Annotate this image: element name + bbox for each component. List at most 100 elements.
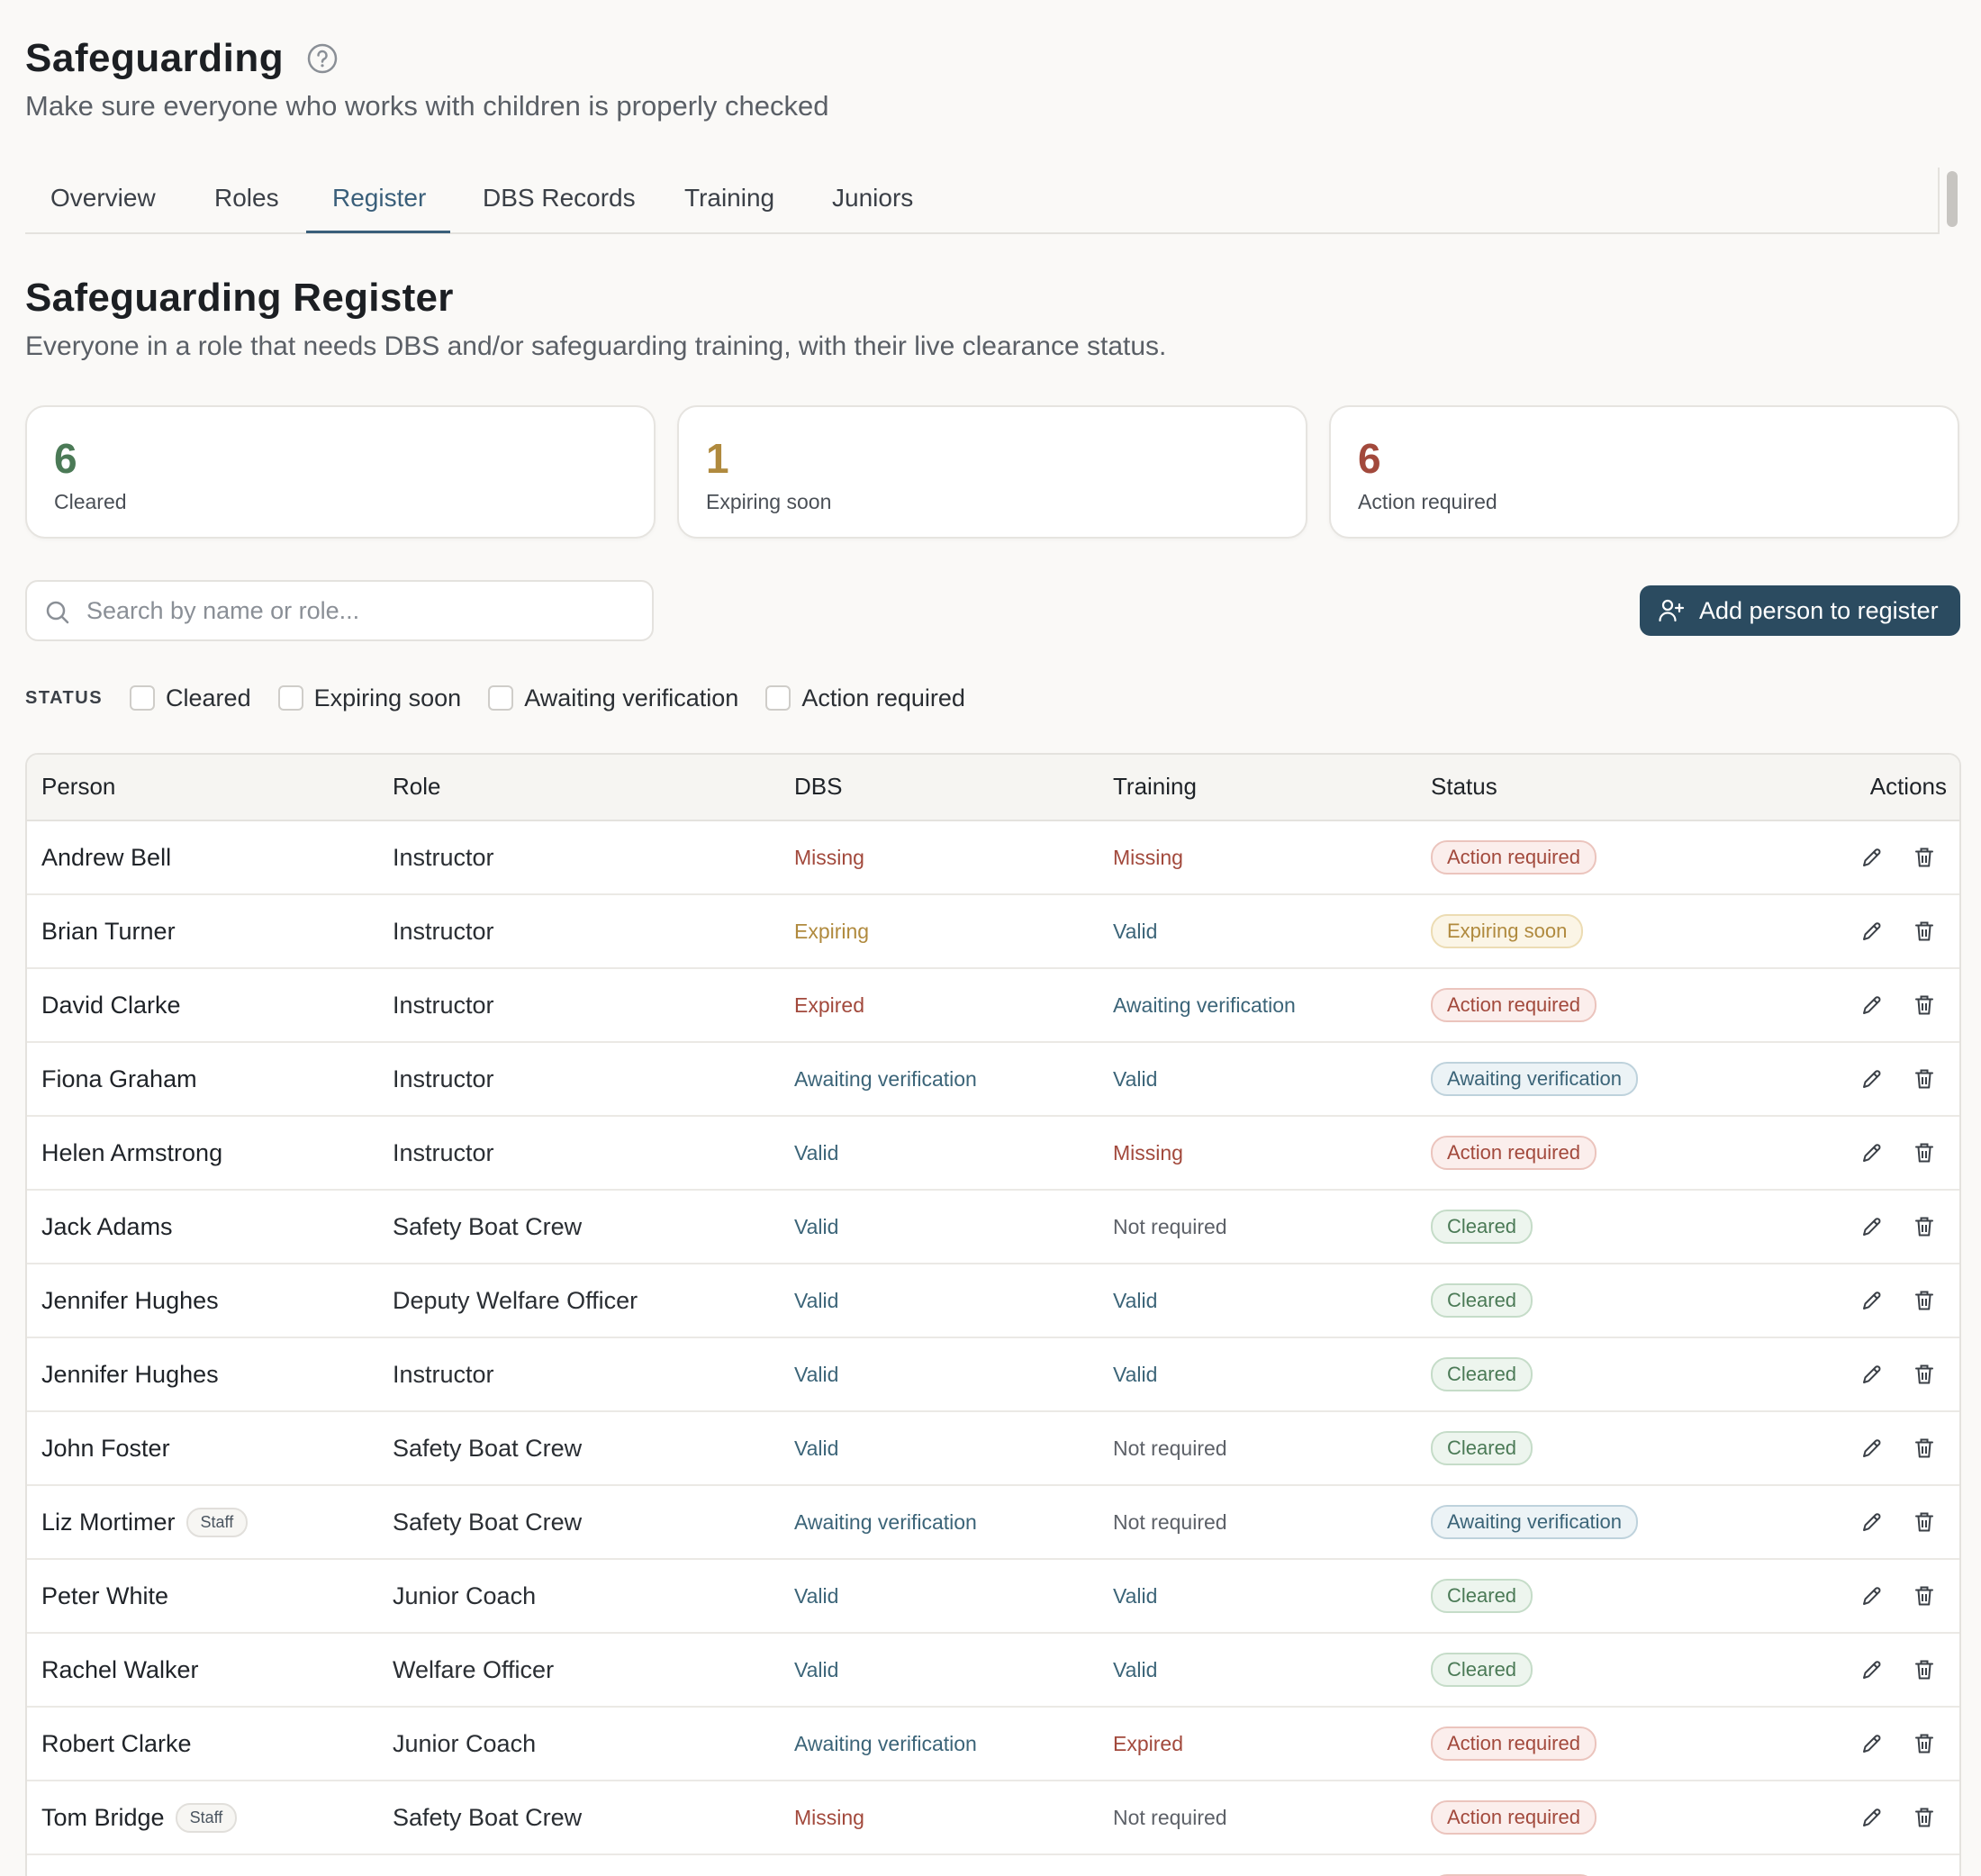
delete-action[interactable] [1912,1264,1937,1337]
filter-cleared[interactable]: Cleared [130,684,251,712]
delete-action[interactable] [1912,1412,1937,1484]
trash-icon[interactable] [1912,1362,1937,1387]
column-header-role[interactable]: Role [393,773,440,801]
pencil-icon[interactable] [1859,1362,1885,1387]
table-row[interactable]: Fiona Graham Instructor Awaiting verificat… [27,1043,1959,1117]
person-name[interactable]: Andrew Bell [41,844,171,872]
column-header-status[interactable]: Status [1431,773,1497,801]
trash-icon[interactable] [1912,1583,1937,1609]
person-name[interactable]: Jennifer Hughes [41,1287,219,1315]
person-name[interactable]: David Clarke [41,992,181,1020]
delete-action[interactable] [1912,1486,1937,1558]
checkbox[interactable] [277,685,303,711]
pencil-icon[interactable] [1859,1288,1885,1313]
column-header-dbs[interactable]: DBS [794,773,842,801]
table-row[interactable]: Robert Clarke Junior Coach Awaiting verifi… [27,1708,1959,1781]
table-row[interactable]: Action required [27,1855,1959,1876]
person-name[interactable]: Fiona Graham [41,1065,197,1093]
pencil-icon[interactable] [1859,1436,1885,1461]
checkbox[interactable] [765,685,791,711]
person-name[interactable]: Tom Bridge [41,1804,165,1832]
delete-action[interactable] [1912,1338,1937,1410]
pencil-icon[interactable] [1859,1140,1885,1165]
person-name[interactable]: Brian Turner [41,918,176,946]
pencil-icon[interactable] [1859,845,1885,870]
trash-icon[interactable] [1912,1805,1937,1830]
delete-action[interactable] [1912,1855,1937,1876]
edit-action[interactable] [1859,1117,1885,1189]
checkbox[interactable] [488,685,514,711]
trash-icon[interactable] [1912,1214,1937,1239]
person-name[interactable]: Rachel Walker [41,1656,199,1684]
trash-icon[interactable] [1912,1731,1937,1756]
table-row[interactable]: Liz Mortimer Staff Safety Boat Crew Awaitin… [27,1486,1959,1560]
person-name[interactable]: Helen Armstrong [41,1139,222,1167]
delete-action[interactable] [1912,1117,1937,1189]
table-row[interactable]: David Clarke Instructor Expired Awaiting ve… [27,969,1959,1043]
column-header-person[interactable]: Person [41,773,115,801]
person-name[interactable]: Jennifer Hughes [41,1361,219,1389]
pencil-icon[interactable] [1859,1731,1885,1756]
trash-icon[interactable] [1912,1436,1937,1461]
edit-action[interactable] [1859,1338,1885,1410]
pencil-icon[interactable] [1859,1657,1885,1682]
trash-icon[interactable] [1912,1509,1937,1535]
edit-action[interactable] [1859,1191,1885,1263]
table-row[interactable]: Peter White Junior Coach Valid Valid Cleared [27,1560,1959,1634]
edit-action[interactable] [1859,821,1885,893]
edit-action[interactable] [1859,1264,1885,1337]
pencil-icon[interactable] [1859,1583,1885,1609]
edit-action[interactable] [1859,969,1885,1041]
pencil-icon[interactable] [1859,992,1885,1018]
person-name[interactable]: Jack Adams [41,1213,173,1241]
delete-action[interactable] [1912,1043,1937,1115]
person-name[interactable]: Peter White [41,1582,168,1610]
edit-action[interactable] [1859,1781,1885,1853]
scrollbar-thumb[interactable] [1947,171,1958,227]
delete-action[interactable] [1912,1708,1937,1780]
delete-action[interactable] [1912,1560,1937,1632]
edit-action[interactable] [1859,1708,1885,1780]
tab-register[interactable]: Register [332,184,426,213]
edit-action[interactable] [1859,895,1885,967]
add-person-button[interactable]: Add person to register [1640,585,1960,636]
trash-icon[interactable] [1912,1657,1937,1682]
person-name[interactable]: Liz Mortimer [41,1509,176,1536]
table-row[interactable]: Andrew Bell Instructor Missing Missing Actio… [27,821,1959,895]
delete-action[interactable] [1912,1191,1937,1263]
delete-action[interactable] [1912,895,1937,967]
trash-icon[interactable] [1912,845,1937,870]
trash-icon[interactable] [1912,919,1937,944]
person-name[interactable]: John Foster [41,1435,170,1463]
edit-action[interactable] [1859,1634,1885,1706]
filter-action-required[interactable]: Action required [765,684,965,712]
edit-action[interactable] [1859,1486,1885,1558]
table-row[interactable]: Jennifer Hughes Deputy Welfare Officer Val… [27,1264,1959,1338]
pencil-icon[interactable] [1859,1509,1885,1535]
delete-action[interactable] [1912,821,1937,893]
tab-juniors[interactable]: Juniors [832,184,913,213]
table-row[interactable]: Jack Adams Safety Boat Crew Valid Not requi… [27,1191,1959,1264]
checkbox[interactable] [130,685,156,711]
delete-action[interactable] [1912,1634,1937,1706]
person-name[interactable]: Robert Clarke [41,1730,192,1758]
help-circle-icon[interactable] [307,43,338,74]
tab-dbs-records[interactable]: DBS Records [483,184,636,213]
table-row[interactable]: Rachel Walker Welfare Officer Valid Valid Cl… [27,1634,1959,1708]
search-input[interactable] [86,582,627,639]
pencil-icon[interactable] [1859,1066,1885,1092]
table-row[interactable]: Jennifer Hughes Instructor Valid Valid Clear… [27,1338,1959,1412]
edit-action[interactable] [1859,1043,1885,1115]
trash-icon[interactable] [1912,1066,1937,1092]
trash-icon[interactable] [1912,992,1937,1018]
tab-training[interactable]: Training [684,184,774,213]
pencil-icon[interactable] [1859,1214,1885,1239]
table-row[interactable]: Helen Armstrong Instructor Valid Missing Act… [27,1117,1959,1191]
tabs-scrollbar[interactable] [1938,168,1961,234]
table-row[interactable]: Tom Bridge Staff Safety Boat Crew Missing No… [27,1781,1959,1855]
tab-roles[interactable]: Roles [214,184,279,213]
filter-awaiting-verification[interactable]: Awaiting verification [488,684,738,712]
trash-icon[interactable] [1912,1288,1937,1313]
pencil-icon[interactable] [1859,1805,1885,1830]
column-header-training[interactable]: Training [1113,773,1197,801]
